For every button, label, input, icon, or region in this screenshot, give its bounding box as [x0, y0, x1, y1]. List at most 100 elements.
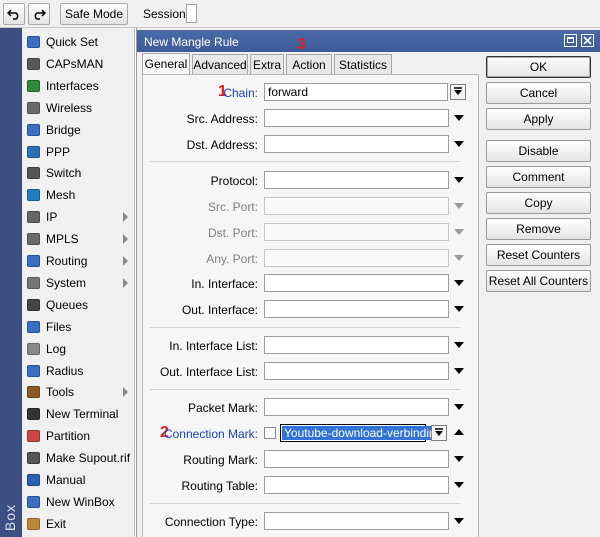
separator	[150, 161, 460, 162]
menu-item-label: System	[46, 275, 87, 290]
menu-item-label: Radius	[46, 363, 84, 378]
redo-button[interactable]	[28, 3, 50, 25]
out-interface-label: Out. Interface:	[181, 303, 258, 317]
apply-button[interactable]: Apply	[486, 108, 591, 130]
dst-address-field[interactable]	[264, 135, 449, 153]
menu-item-label: Files	[46, 319, 72, 334]
copy-button[interactable]: Copy	[486, 192, 591, 214]
maximize-button[interactable]	[564, 34, 577, 47]
menu-item-label: PPP	[46, 144, 71, 159]
tab-general[interactable]: General	[142, 53, 190, 74]
close-button[interactable]	[581, 34, 594, 47]
connection-type-field[interactable]	[264, 512, 449, 530]
routing-table-dropdown-icon[interactable]	[454, 482, 464, 488]
reset-counters-button[interactable]: Reset Counters	[486, 244, 591, 266]
capsman-icon	[25, 56, 41, 72]
in-interface-list-dropdown-icon[interactable]	[454, 342, 464, 348]
chain-field[interactable]: forward	[264, 83, 448, 101]
protocol-label: Protocol:	[210, 174, 258, 188]
winbox-icon	[25, 494, 41, 510]
tab-statistics[interactable]: Statistics	[334, 54, 392, 74]
routing-mark-dropdown-icon[interactable]	[454, 456, 464, 462]
safe-mode-button[interactable]: Safe Mode	[60, 3, 128, 25]
out-interface-list-dropdown-icon[interactable]	[454, 368, 464, 374]
packet-mark-label: Packet Mark:	[187, 401, 258, 415]
ip-icon	[25, 209, 41, 225]
dropdown-arrow-icon	[454, 87, 462, 95]
dst-port-field	[264, 223, 449, 241]
connection-mark-dropdown-button[interactable]	[431, 425, 447, 441]
switch-icon	[25, 165, 41, 181]
connection-mark-label: Connection Mark:	[163, 427, 258, 441]
routing-table-field[interactable]	[264, 476, 449, 494]
tools-icon	[25, 384, 41, 400]
menu-item-new-winbox[interactable]: New WinBox	[22, 491, 135, 513]
src-port-dropdown-icon	[454, 203, 464, 209]
dst-port-label: Dst. Port:	[207, 226, 258, 240]
out-interface-dropdown-icon[interactable]	[454, 306, 464, 312]
connection-type-label: Connection Type:	[164, 515, 258, 529]
in-interface-label: In. Interface:	[191, 277, 258, 291]
comment-button[interactable]: Comment	[486, 166, 591, 188]
supout-icon	[25, 450, 41, 466]
routing-icon	[25, 253, 41, 269]
dst-address-label: Dst. Address:	[186, 138, 258, 152]
undo-button[interactable]	[3, 3, 25, 25]
menu-item-files[interactable]: Files	[22, 316, 135, 338]
annotation-marker-3: 3	[297, 36, 306, 53]
out-interface-field[interactable]	[264, 300, 449, 318]
menu-item-label: Interfaces	[46, 78, 99, 93]
packet-mark-field[interactable]	[264, 398, 449, 416]
out-interface-list-label: Out. Interface List:	[159, 365, 258, 379]
tab-advanced[interactable]: Advanced	[192, 54, 248, 74]
reset-all-counters-button[interactable]: Reset All Counters	[486, 270, 591, 292]
ppp-icon	[25, 144, 41, 160]
out-interface-list-field[interactable]	[264, 362, 449, 380]
chain-label: Chain:	[223, 86, 258, 100]
menu-item-partition[interactable]: Partition	[22, 425, 135, 447]
separator	[150, 327, 460, 328]
any-port-label: Any. Port:	[206, 252, 258, 266]
packet-mark-dropdown-icon[interactable]	[454, 404, 464, 410]
menu-item-label: New WinBox	[46, 494, 115, 509]
cancel-button[interactable]: Cancel	[486, 82, 591, 104]
connection-mark-field[interactable]: Youtube-download-verbinding	[280, 424, 445, 442]
menu-item-quick-set[interactable]: Quick Set	[22, 31, 135, 53]
menu-item-label: Manual	[46, 473, 86, 487]
exit-icon	[25, 516, 41, 532]
protocol-field[interactable]	[264, 171, 449, 189]
src-port-field	[264, 197, 449, 215]
ok-button[interactable]: OK	[486, 56, 591, 78]
menu-item-label: Tools	[46, 385, 75, 400]
in-interface-list-label: In. Interface List:	[169, 339, 258, 353]
session-field[interactable]	[186, 4, 197, 23]
src-port-label: Src. Port:	[207, 200, 258, 214]
routing-mark-field[interactable]	[264, 450, 449, 468]
in-interface-list-field[interactable]	[264, 336, 449, 354]
dst-address-dropdown-icon[interactable]	[454, 141, 464, 147]
protocol-dropdown-icon[interactable]	[454, 177, 464, 183]
src-address-field[interactable]	[264, 109, 449, 127]
connection-mark-value: Youtube-download-verbinding	[282, 426, 445, 440]
side-strip-label: Box	[2, 503, 18, 531]
menu-item-label: Queues	[46, 297, 89, 312]
src-address-dropdown-icon[interactable]	[454, 115, 464, 121]
undo-icon	[7, 9, 19, 20]
menu-item-label: Quick Set	[46, 35, 99, 49]
menu-item-label: Exit	[46, 516, 67, 531]
dst-port-dropdown-icon	[454, 229, 464, 235]
connection-mark-negate-checkbox[interactable]	[264, 427, 276, 439]
menu-item-capsman[interactable]: CAPsMAN	[22, 53, 135, 75]
remove-button[interactable]: Remove	[486, 218, 591, 240]
connection-mark-collapse-icon[interactable]	[454, 429, 464, 435]
disable-button[interactable]: Disable	[486, 140, 591, 162]
chain-dropdown-button[interactable]	[450, 84, 466, 100]
tab-extra[interactable]: Extra	[250, 54, 284, 74]
manual-icon	[25, 472, 41, 488]
in-interface-dropdown-icon[interactable]	[454, 280, 464, 286]
in-interface-field[interactable]	[264, 274, 449, 292]
tab-action[interactable]: Action	[286, 54, 332, 74]
dropdown-arrow-icon	[435, 428, 443, 436]
connection-type-dropdown-icon[interactable]	[454, 518, 464, 524]
menu-item-label: New Terminal	[46, 407, 119, 422]
